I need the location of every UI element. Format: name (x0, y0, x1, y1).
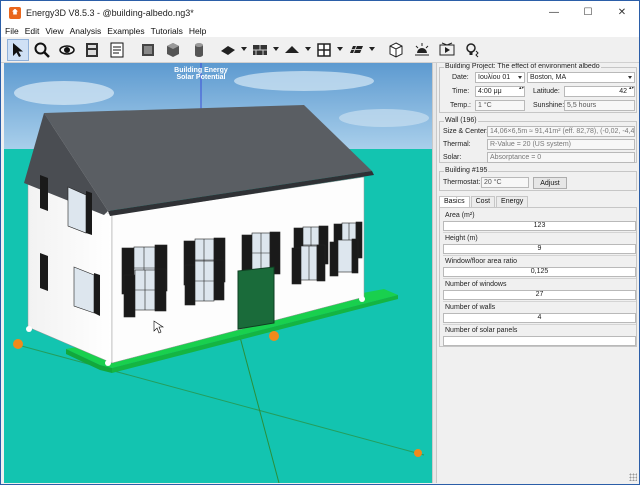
window-grid-icon[interactable] (313, 39, 335, 61)
height-label: Height (m) (445, 235, 478, 242)
wall-dropdown-icon[interactable] (241, 47, 247, 51)
date-combo[interactable]: Ιουλίου 01 (475, 72, 525, 83)
sun-icon[interactable] (411, 39, 433, 61)
menu-edit[interactable]: Edit (25, 26, 40, 36)
area-value: 123 (443, 221, 636, 231)
app-window: Energy3D V8.5.3 - @building-albedo.ng3* … (0, 0, 640, 485)
toolbar (1, 37, 639, 63)
solar-panels-count-label: Number of solar panels (445, 327, 518, 334)
preview-icon[interactable] (81, 39, 103, 61)
wall-group-title: Wall (196) (444, 117, 478, 124)
thermostat-label: Thermostat: (443, 179, 481, 186)
zoom-icon[interactable] (31, 39, 53, 61)
solar-field[interactable]: Absorptance = 0 (487, 152, 635, 163)
resize-handle[interactable] (13, 339, 23, 349)
tab-energy[interactable]: Energy (496, 196, 529, 207)
height-value: 9 (443, 244, 636, 254)
thermal-field[interactable]: R-Value = 20 (US system) (487, 139, 635, 150)
roof-icon[interactable] (281, 39, 303, 61)
window-controls: — ☐ ✕ (537, 1, 639, 24)
window-ratio-value: 0,125 (443, 267, 636, 277)
time-label: Time: (452, 88, 470, 95)
energy3d-logo-icon (9, 6, 21, 19)
close-button[interactable]: ✕ (605, 1, 639, 24)
window-title: Energy3D V8.5.3 - @building-albedo.ng3* (26, 7, 194, 18)
menu-tutorials[interactable]: Tutorials (151, 26, 183, 36)
sunshine-field: 5,5 hours (564, 100, 635, 111)
title-bar: Energy3D V8.5.3 - @building-albedo.ng3* … (1, 1, 639, 24)
tab-basics[interactable]: Basics (439, 196, 470, 207)
play-icon[interactable] (436, 39, 458, 61)
minimize-button[interactable]: — (537, 1, 571, 24)
sunshine-label: Sunshine: (533, 102, 565, 109)
brick-icon[interactable] (249, 39, 271, 61)
cloud (339, 109, 429, 127)
temp-label: Temp.: (450, 102, 472, 109)
project-group: Building Project: The effect of environm… (439, 63, 637, 113)
date-label: Date: (452, 74, 469, 81)
box-icon[interactable] (162, 39, 184, 61)
walls-count-value: 4 (443, 313, 636, 323)
city-combo[interactable]: Boston, MA (527, 72, 635, 83)
walls-count-label: Number of walls (445, 304, 496, 311)
latitude-spinner[interactable]: 42 (564, 86, 635, 97)
property-tabs: Basics Cost Energy (439, 196, 529, 207)
temp-field: 1 °C (475, 100, 525, 111)
cylinder-icon[interactable] (188, 39, 210, 61)
window-dropdown-icon[interactable] (337, 47, 343, 51)
window-ratio-label: Window/floor area ratio (445, 258, 517, 265)
tree-icon[interactable] (385, 39, 407, 61)
menu-help[interactable]: Help (189, 26, 206, 36)
cloud (234, 71, 374, 91)
size-center-field: 14,06×6,5m ≈ 91,41m² (eff. 82,78), (-0,0… (487, 126, 635, 137)
windows-count-label: Number of windows (445, 281, 507, 288)
front-door (237, 266, 275, 330)
thermal-label: Thermal: (443, 141, 471, 148)
view-label-line2: Solar Potential (176, 74, 225, 81)
solar-dropdown-icon[interactable] (369, 47, 375, 51)
solar-label: Solar: (443, 154, 462, 161)
maximize-button[interactable]: ☐ (571, 1, 605, 24)
solar-panel-icon[interactable] (345, 39, 367, 61)
roof-dropdown-icon[interactable] (305, 47, 311, 51)
size-center-label: Size & Center: (443, 128, 489, 135)
properties-panel: Building Project: The effect of environm… (437, 63, 639, 483)
basics-tab-content: Area (m²) 123 Height (m) 9 Window/floor … (439, 207, 637, 347)
menu-analysis[interactable]: Analysis (70, 26, 102, 36)
time-spinner[interactable]: 4:00 μμ (475, 86, 525, 97)
corner-post (26, 326, 32, 332)
solar-panels-count-value (443, 336, 636, 346)
thermostat-field: 20 °C (481, 177, 529, 188)
adjust-button[interactable]: Adjust (533, 177, 567, 189)
note-icon[interactable] (106, 39, 128, 61)
heliodon-icon[interactable] (461, 39, 483, 61)
windows-count-value: 27 (443, 290, 636, 300)
resize-grip-icon[interactable] (629, 473, 637, 481)
menu-file[interactable]: File (5, 26, 19, 36)
resize-handle[interactable] (269, 331, 279, 341)
foundation-icon[interactable] (137, 39, 159, 61)
project-group-title: Building Project: The effect of environm… (444, 63, 601, 70)
latitude-label: Latitude: (533, 88, 560, 95)
corner-post (105, 360, 111, 366)
building-group: Building #195 Thermostat: 20 °C Adjust (439, 167, 637, 191)
menu-view[interactable]: View (45, 26, 63, 36)
menu-examples[interactable]: Examples (107, 26, 144, 36)
building-group-title: Building #195 (444, 167, 489, 174)
wall-icon[interactable] (217, 39, 239, 61)
area-label: Area (m²) (445, 212, 475, 219)
rotate-view-icon[interactable] (56, 39, 78, 61)
brick-dropdown-icon[interactable] (273, 47, 279, 51)
tab-cost[interactable]: Cost (470, 196, 496, 207)
select-arrow-icon[interactable] (7, 39, 29, 61)
menu-bar: File Edit View Analysis Examples Tutoria… (1, 24, 639, 37)
wall-group: Wall (196) Size & Center: 14,06×6,5m ≈ 9… (439, 117, 637, 163)
corner-post (359, 296, 365, 302)
view-label-line1: Building Energy (174, 67, 228, 74)
cloud (14, 81, 114, 105)
3d-view-canvas[interactable]: Building Energy Solar Potential (4, 63, 432, 483)
resize-handle[interactable] (414, 449, 422, 457)
